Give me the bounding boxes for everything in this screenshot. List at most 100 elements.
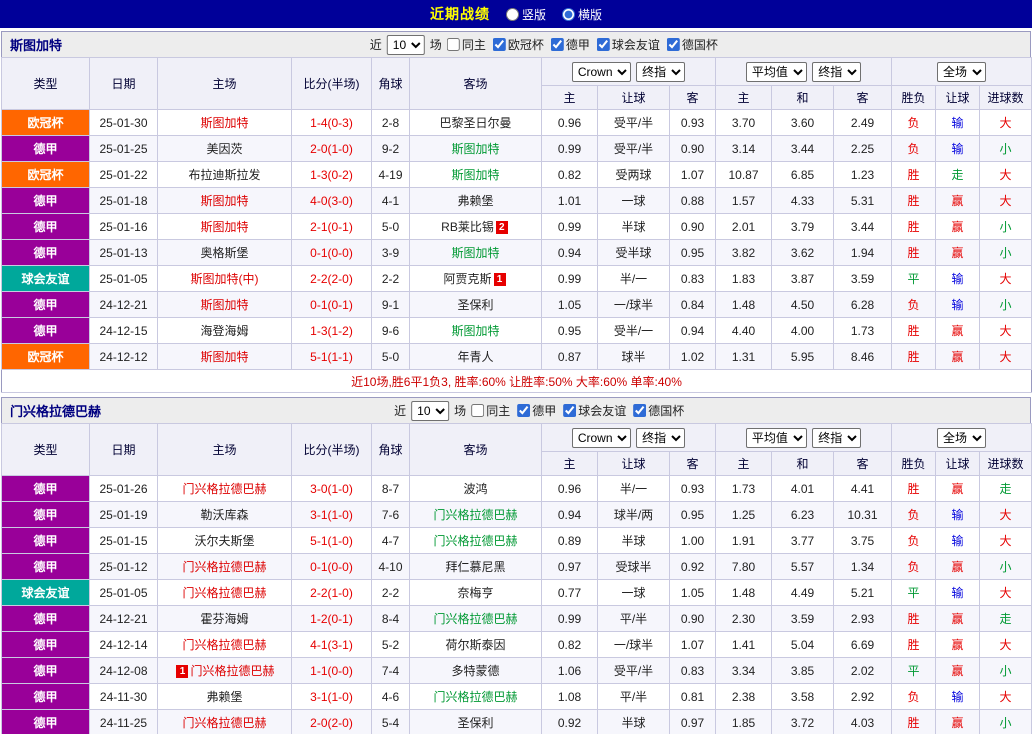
col-date: 日期 <box>89 57 158 110</box>
match-count-select[interactable]: 10 <box>411 400 450 421</box>
vertical-view-label: 竖版 <box>521 7 546 22</box>
league-filter-label: 球会友谊 <box>611 38 660 52</box>
result-cell: 胜 <box>891 161 937 188</box>
odds-home-cell: 0.94 <box>541 239 598 266</box>
avg-draw-cell: 6.23 <box>771 501 834 528</box>
scope-select[interactable]: 全场 <box>937 427 987 448</box>
handicap-result-cell: 赢 <box>935 631 981 658</box>
odds-final-select[interactable]: 终指 <box>636 61 686 82</box>
date-cell: 24-12-21 <box>89 291 158 318</box>
odds-source-select[interactable]: Crown <box>571 61 631 82</box>
view-option-vertical[interactable]: 竖版 <box>505 6 546 23</box>
league-cell: 德甲 <box>1 213 90 240</box>
average-final-select[interactable]: 终指 <box>812 61 862 82</box>
league-filter-label: 德国杯 <box>648 404 685 418</box>
col-home: 主场 <box>157 57 292 110</box>
summary-text: 近10场,胜6平1负3, 胜率:60% 让胜率:50% 大率:60% 单率:40… <box>0 369 1032 393</box>
odds-away-cell: 0.83 <box>669 265 716 292</box>
league-cell: 球会友谊 <box>1 579 90 606</box>
league-filter[interactable]: 球会友谊 <box>563 402 626 419</box>
away-team-cell: 门兴格拉德巴赫 <box>409 683 542 710</box>
date-cell: 25-01-22 <box>89 161 158 188</box>
league-filter[interactable]: 球会友谊 <box>596 36 660 53</box>
league-filter-checkbox[interactable] <box>517 404 531 417</box>
odds-away-cell: 0.83 <box>669 657 716 684</box>
avg-away-cell: 1.34 <box>832 553 893 580</box>
odds-home-cell: 0.99 <box>541 265 598 292</box>
score-cell: 4-1(3-1) <box>291 631 372 658</box>
match-row: 德甲 24-11-25 门兴格拉德巴赫 2-0(2-0) 5-4 圣保利 0.92 半球 0.9… <box>1 709 1032 734</box>
league-cell: 德甲 <box>1 239 90 266</box>
match-count-select[interactable]: 10 <box>386 34 425 55</box>
league-cell: 德甲 <box>1 605 90 632</box>
league-cell: 欧冠杯 <box>1 109 90 136</box>
odds-home-cell: 0.92 <box>541 709 598 734</box>
goals-result-cell: 小 <box>979 135 1032 162</box>
away-team-cell: 斯图加特 <box>409 239 542 266</box>
team-name: 奥格斯堡 <box>200 246 249 260</box>
league-filter-checkbox[interactable] <box>633 404 647 417</box>
team-name: 斯图加特 <box>10 38 63 53</box>
handicap-cell: 一/球半 <box>597 631 670 658</box>
away-team-cell: 多特蒙德 <box>409 657 542 684</box>
handicap-cell: 受平/半 <box>597 135 670 162</box>
league-cell: 欧冠杯 <box>1 343 90 370</box>
league-filter-checkbox[interactable] <box>550 38 564 51</box>
league-filter[interactable]: 德国杯 <box>666 36 718 53</box>
date-cell: 25-01-25 <box>89 135 158 162</box>
corners-cell: 3-9 <box>371 239 410 266</box>
league-filter-label: 德甲 <box>532 404 557 418</box>
vertical-view-radio[interactable] <box>505 7 519 21</box>
average-source-select[interactable]: 平均值 <box>745 61 807 82</box>
league-filter-checkbox[interactable] <box>446 38 460 51</box>
league-filter-checkbox[interactable] <box>563 404 577 417</box>
home-team-cell: 斯图加特 <box>157 213 292 240</box>
team-name: 弗赖堡 <box>457 194 494 208</box>
avg-away-cell: 1.73 <box>832 317 893 344</box>
league-cell: 德甲 <box>1 657 90 684</box>
odds-away-cell: 0.92 <box>669 553 716 580</box>
league-filter[interactable]: 同主 <box>471 402 510 419</box>
odds-final-select[interactable]: 终指 <box>636 427 686 448</box>
goals-result-cell: 小 <box>979 709 1032 734</box>
league-filter[interactable]: 欧冠杯 <box>492 36 544 53</box>
league-filter[interactable]: 同主 <box>446 36 486 53</box>
avg-draw-cell: 3.44 <box>771 135 834 162</box>
handicap-cell: 受两球 <box>597 161 670 188</box>
league-filter-checkbox[interactable] <box>471 404 485 417</box>
league-filter[interactable]: 德国杯 <box>633 402 684 419</box>
league-filter-checkbox[interactable] <box>492 38 506 51</box>
average-source-select[interactable]: 平均值 <box>745 427 807 448</box>
avg-away-cell: 1.23 <box>832 161 893 188</box>
col-avg-home: 主 <box>715 451 772 476</box>
team-name: 斯图加特 <box>200 350 249 364</box>
team-name: 斯图加特 <box>451 142 500 156</box>
league-filter[interactable]: 德甲 <box>517 402 556 419</box>
odds-source-select[interactable]: Crown <box>571 427 631 448</box>
view-option-horizontal[interactable]: 横版 <box>562 6 602 23</box>
handicap-cell: 半/一 <box>597 475 670 502</box>
date-cell: 24-12-12 <box>89 343 158 370</box>
table-header-row-1: 类型 日期 主场 比分(半场) 角球 客场 Crown 终指 平均值 终指 全场 <box>1 57 1032 110</box>
col-odds-line: 让球 <box>597 451 670 476</box>
league-filter-checkbox[interactable] <box>666 38 680 51</box>
team-name: RB莱比锡 <box>441 220 494 234</box>
date-cell: 24-11-30 <box>89 683 158 710</box>
match-row: 欧冠杯 25-01-30 斯图加特 1-4(0-3) 2-8 巴黎圣日尔曼 0.96 受平/半… <box>1 109 1032 136</box>
average-final-select[interactable]: 终指 <box>812 427 862 448</box>
league-filter[interactable]: 德甲 <box>550 36 590 53</box>
league-filter-checkbox[interactable] <box>596 38 610 51</box>
avg-away-cell: 3.59 <box>832 265 893 292</box>
avg-home-cell: 3.70 <box>715 109 772 136</box>
team-filter-bar: 斯图加特 近 10 场 同主 欧冠杯 德甲 球会友谊 德国杯 <box>1 31 1031 57</box>
corners-cell: 4-10 <box>371 553 410 580</box>
handicap-cell: 球半 <box>597 343 670 370</box>
scope-select[interactable]: 全场 <box>937 61 987 82</box>
result-cell: 胜 <box>891 631 937 658</box>
avg-away-cell: 8.46 <box>832 343 893 370</box>
near-label: 近 <box>369 38 382 52</box>
horizontal-view-radio[interactable] <box>562 7 575 21</box>
avg-home-cell: 1.83 <box>715 265 772 292</box>
date-cell: 24-11-25 <box>89 709 158 734</box>
handicap-cell: 半球 <box>597 709 670 734</box>
